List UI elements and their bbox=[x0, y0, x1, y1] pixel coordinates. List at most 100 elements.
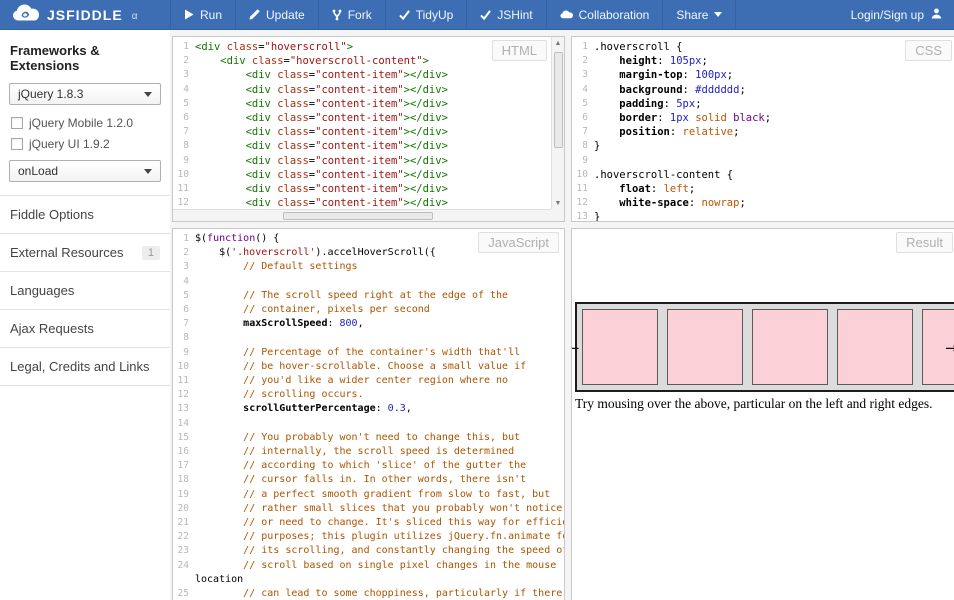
code-line: 24 // scroll based on single pixel chang… bbox=[173, 559, 564, 573]
sidebar-item-languages[interactable]: Languages bbox=[0, 271, 170, 309]
jshint-icon bbox=[480, 10, 491, 20]
code-line: 5 // The scroll speed right at the edge … bbox=[173, 289, 564, 303]
html-panel-label: HTML bbox=[492, 40, 547, 61]
scrollbar-corner bbox=[551, 209, 564, 221]
run-button[interactable]: Run bbox=[170, 0, 235, 29]
framework-select-value: jQuery 1.8.3 bbox=[18, 87, 83, 101]
code-line: 20 // rather small slices that you proba… bbox=[173, 502, 564, 516]
code-line: 6 // container, pixels per second bbox=[173, 303, 564, 317]
login-signup-button[interactable]: Login/Sign up bbox=[839, 0, 954, 29]
content-item-box bbox=[752, 309, 828, 385]
sidebar: Frameworks & Extensions jQuery 1.8.3 jQu… bbox=[0, 30, 170, 600]
scrollbar-thumb[interactable] bbox=[283, 212, 433, 220]
collaboration-icon bbox=[560, 10, 573, 19]
jquery-mobile-checkbox-row[interactable]: jQuery Mobile 1.2.0 bbox=[0, 113, 170, 134]
scroll-left-arrow-icon: ← bbox=[571, 341, 580, 356]
code-line: 8 <div class="content-item"></div> bbox=[173, 139, 564, 153]
code-line: 18 // cursor falls in. In other words, t… bbox=[173, 473, 564, 487]
cloud-logo-icon bbox=[12, 4, 40, 26]
html-horizontal-scrollbar[interactable] bbox=[173, 209, 551, 221]
javascript-panel: JavaScript 1$(function() {2 $('.hoverscr… bbox=[172, 228, 565, 600]
collaboration-label: Collaboration bbox=[579, 8, 650, 22]
result-items bbox=[582, 309, 954, 385]
fork-button[interactable]: Fork bbox=[318, 0, 385, 29]
share-button[interactable]: Share bbox=[662, 0, 736, 29]
code-line: 10.hoverscroll-content { bbox=[572, 168, 954, 182]
external-resources-count-badge: 1 bbox=[142, 246, 160, 260]
code-line: 8} bbox=[572, 139, 954, 153]
code-line: 9 bbox=[572, 154, 954, 168]
code-line: 8 bbox=[173, 331, 564, 345]
content-item-box bbox=[582, 309, 658, 385]
html-vertical-scrollbar[interactable]: ▲ ▼ bbox=[551, 37, 564, 209]
hoverscroll-container bbox=[575, 302, 954, 392]
checkbox-icon[interactable] bbox=[11, 117, 23, 129]
code-line: 11 // you'd like a wider center region w… bbox=[173, 374, 564, 388]
result-caption: Try mousing over the above, particular o… bbox=[575, 396, 954, 412]
css-panel: CSS 1.hoverscroll {2 height: 105px;3 mar… bbox=[571, 36, 954, 222]
scrollbar-thumb[interactable] bbox=[554, 52, 563, 148]
result-content: ← → Try mousing over the above, particul… bbox=[572, 229, 954, 600]
code-line: 1.hoverscroll { bbox=[572, 40, 954, 54]
css-editor[interactable]: 1.hoverscroll {2 height: 105px;3 margin-… bbox=[572, 37, 954, 221]
code-line: 4 bbox=[173, 275, 564, 289]
content-item-box bbox=[667, 309, 743, 385]
code-line: 16 // internally, the scroll speed is de… bbox=[173, 445, 564, 459]
tidyup-button[interactable]: TidyUp bbox=[385, 0, 467, 29]
sidebar-item-fiddle-options[interactable]: Fiddle Options bbox=[0, 195, 170, 233]
code-line: 19 // a perfect smooth gradient from slo… bbox=[173, 488, 564, 502]
update-button[interactable]: Update bbox=[235, 0, 318, 29]
jquery-mobile-label: jQuery Mobile 1.2.0 bbox=[29, 116, 133, 130]
code-line: 5 <div class="content-item"></div> bbox=[173, 97, 564, 111]
code-line: 15 // You probably won't need to change … bbox=[173, 431, 564, 445]
code-line: 4 background: #dddddd; bbox=[572, 83, 954, 97]
framework-select[interactable]: jQuery 1.8.3 bbox=[9, 83, 161, 105]
jshint-button[interactable]: JSHint bbox=[466, 0, 545, 29]
sidebar-item-legal-credits-links[interactable]: Legal, Credits and Links bbox=[0, 347, 170, 386]
code-line: location bbox=[173, 573, 564, 587]
code-line: 7 <div class="content-item"></div> bbox=[173, 125, 564, 139]
code-line: 12 white-space: nowrap; bbox=[572, 196, 954, 210]
scroll-right-arrow-icon: → bbox=[945, 341, 954, 356]
onload-select[interactable]: onLoad bbox=[9, 160, 161, 182]
code-line: 23 // its scrolling, and constantly chan… bbox=[173, 544, 564, 558]
jquery-ui-label: jQuery UI 1.9.2 bbox=[29, 137, 110, 151]
code-line: 7 maxScrollSpeed: 800, bbox=[173, 317, 564, 331]
checkbox-icon[interactable] bbox=[11, 138, 23, 150]
share-caret-icon bbox=[714, 12, 722, 17]
code-line: 6 <div class="content-item"></div> bbox=[173, 111, 564, 125]
code-line: 5 padding: 5px; bbox=[572, 97, 954, 111]
code-line: 2 height: 105px; bbox=[572, 54, 954, 68]
scrollbar-up-arrow[interactable]: ▲ bbox=[552, 37, 564, 49]
javascript-editor[interactable]: 1$(function() {2 $('.hoverscroll').accel… bbox=[173, 229, 564, 600]
chevron-down-icon bbox=[144, 92, 152, 97]
scrollbar-down-arrow[interactable]: ▼ bbox=[552, 197, 564, 209]
share-label: Share bbox=[676, 8, 708, 22]
run-icon bbox=[184, 9, 194, 20]
code-line: 7 position: relative; bbox=[572, 125, 954, 139]
jsfiddle-logo[interactable]: JSFIDDLE α bbox=[0, 0, 170, 29]
result-panel: Result ← → Try mousing over the above, p… bbox=[571, 228, 954, 600]
navbar-actions: Run Update Fork TidyUp bbox=[170, 0, 736, 29]
fork-icon bbox=[332, 9, 342, 21]
jshint-label: JSHint bbox=[497, 8, 532, 22]
css-panel-label: CSS bbox=[905, 40, 952, 61]
html-editor[interactable]: 1<div class="hoverscroll">2 <div class="… bbox=[173, 37, 564, 221]
collaboration-button[interactable]: Collaboration bbox=[546, 0, 663, 29]
content-item-box bbox=[837, 309, 913, 385]
code-line: 6 border: 1px solid black; bbox=[572, 111, 954, 125]
code-line: 25 // can lead to some choppiness, parti… bbox=[173, 587, 564, 600]
code-line: 17 // according to which 'slice' of the … bbox=[173, 459, 564, 473]
code-line: 4 <div class="content-item"></div> bbox=[173, 83, 564, 97]
login-label: Login/Sign up bbox=[851, 8, 924, 22]
code-line: 9 <div class="content-item"></div> bbox=[173, 154, 564, 168]
code-line: 14 bbox=[173, 417, 564, 431]
jquery-ui-checkbox-row[interactable]: jQuery UI 1.9.2 bbox=[0, 134, 170, 155]
code-line: 11 float: left; bbox=[572, 182, 954, 196]
update-icon bbox=[249, 9, 260, 20]
code-line: 13} bbox=[572, 210, 954, 222]
section-label: Languages bbox=[10, 283, 74, 298]
sidebar-item-ajax-requests[interactable]: Ajax Requests bbox=[0, 309, 170, 347]
sidebar-item-external-resources[interactable]: External Resources 1 bbox=[0, 233, 170, 271]
code-line: 22 // purposes; this plugin utilizes jQu… bbox=[173, 530, 564, 544]
